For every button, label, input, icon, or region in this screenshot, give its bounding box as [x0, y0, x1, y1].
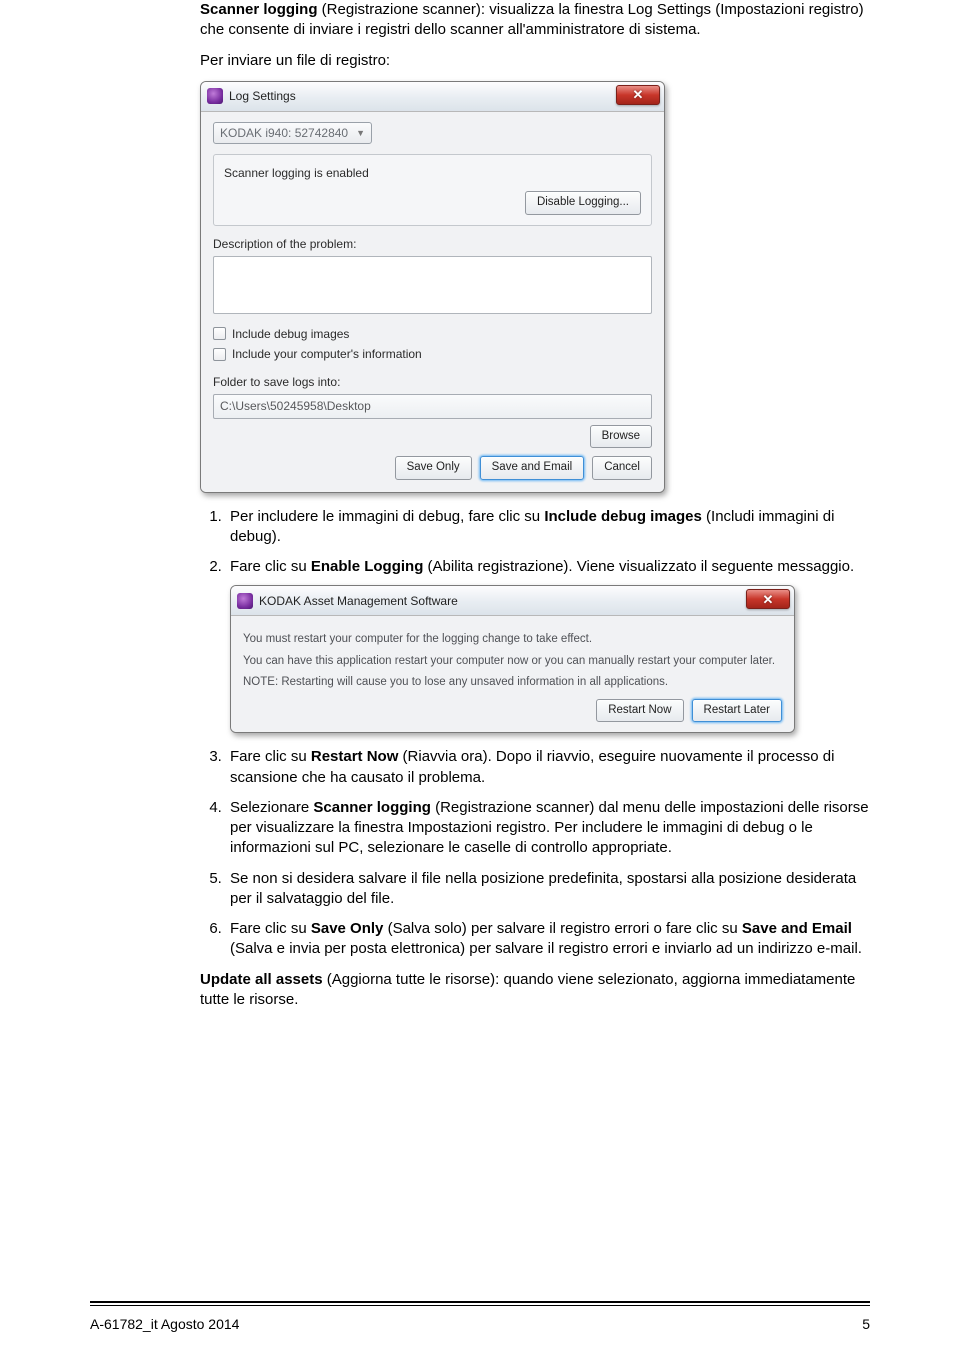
app-icon	[207, 88, 223, 104]
include-debug-row[interactable]: Include debug images	[213, 326, 652, 342]
close-icon: ✕	[763, 591, 774, 609]
step-1: Per includere le immagini di debug, fare…	[226, 507, 870, 548]
window-title: Log Settings	[229, 88, 296, 104]
log-settings-window: Log Settings ✕ KODAK i940: 52742840 ▼ Sc…	[200, 81, 665, 493]
dialog-line-2: You can have this application restart yo…	[243, 654, 782, 670]
outro-paragraph: Update all assets (Aggiorna tutte le ris…	[200, 970, 870, 1011]
intro-bold: Scanner logging	[200, 1, 318, 18]
step-6: Fare clic su Save Only (Salva solo) per …	[226, 919, 870, 960]
titlebar: KODAK Asset Management Software ✕	[231, 586, 794, 616]
save-and-email-button[interactable]: Save and Email	[480, 456, 585, 480]
checkbox-icon	[213, 327, 226, 340]
dialog-line-3: NOTE: Restarting will cause you to lose …	[243, 675, 782, 691]
close-button[interactable]: ✕	[616, 85, 660, 105]
restart-now-button[interactable]: Restart Now	[596, 699, 683, 723]
restart-later-button[interactable]: Restart Later	[692, 699, 782, 723]
close-button[interactable]: ✕	[746, 589, 790, 609]
include-pc-row[interactable]: Include your computer's information	[213, 346, 652, 362]
step-5: Se non si desidera salvare il file nella…	[226, 869, 870, 910]
browse-button[interactable]: Browse	[590, 425, 652, 449]
chevron-down-icon: ▼	[356, 127, 365, 139]
checkbox-icon	[213, 348, 226, 361]
footer-left: A-61782_it Agosto 2014	[90, 1315, 239, 1334]
intro-paragraph: Scanner logging (Registrazione scanner):…	[200, 0, 870, 41]
step-3: Fare clic su Restart Now (Riavvia ora). …	[226, 747, 870, 788]
description-textarea[interactable]	[213, 256, 652, 314]
step-4: Selezionare Scanner logging (Registrazio…	[226, 798, 870, 859]
titlebar: Log Settings ✕	[201, 82, 664, 112]
folder-path-field[interactable]: C:\Users\50245958\Desktop	[213, 394, 652, 418]
window-title: KODAK Asset Management Software	[259, 593, 458, 609]
lead-text: Per inviare un file di registro:	[200, 51, 870, 71]
restart-dialog: KODAK Asset Management Software ✕ You mu…	[230, 585, 795, 733]
scanner-select-text: KODAK i940: 52742840	[220, 125, 348, 141]
include-debug-label: Include debug images	[232, 326, 349, 342]
disable-logging-button[interactable]: Disable Logging...	[525, 191, 641, 215]
app-icon	[237, 593, 253, 609]
include-pc-label: Include your computer's information	[232, 346, 422, 362]
dialog-line-1: You must restart your computer for the l…	[243, 632, 782, 648]
scanner-select[interactable]: KODAK i940: 52742840 ▼	[213, 122, 372, 144]
outro-bold: Update all assets	[200, 971, 323, 988]
logging-status-text: Scanner logging is enabled	[224, 165, 641, 181]
cancel-button[interactable]: Cancel	[592, 456, 652, 480]
logging-status-group: Scanner logging is enabled Disable Loggi…	[213, 154, 652, 226]
description-label: Description of the problem:	[213, 236, 652, 252]
folder-label: Folder to save logs into:	[213, 374, 652, 390]
close-icon: ✕	[633, 86, 644, 104]
footer-right: 5	[862, 1315, 870, 1334]
save-only-button[interactable]: Save Only	[395, 456, 472, 480]
step-2: Fare clic su Enable Logging (Abilita reg…	[226, 557, 870, 733]
page-footer: A-61782_it Agosto 2014 5	[90, 1315, 870, 1334]
